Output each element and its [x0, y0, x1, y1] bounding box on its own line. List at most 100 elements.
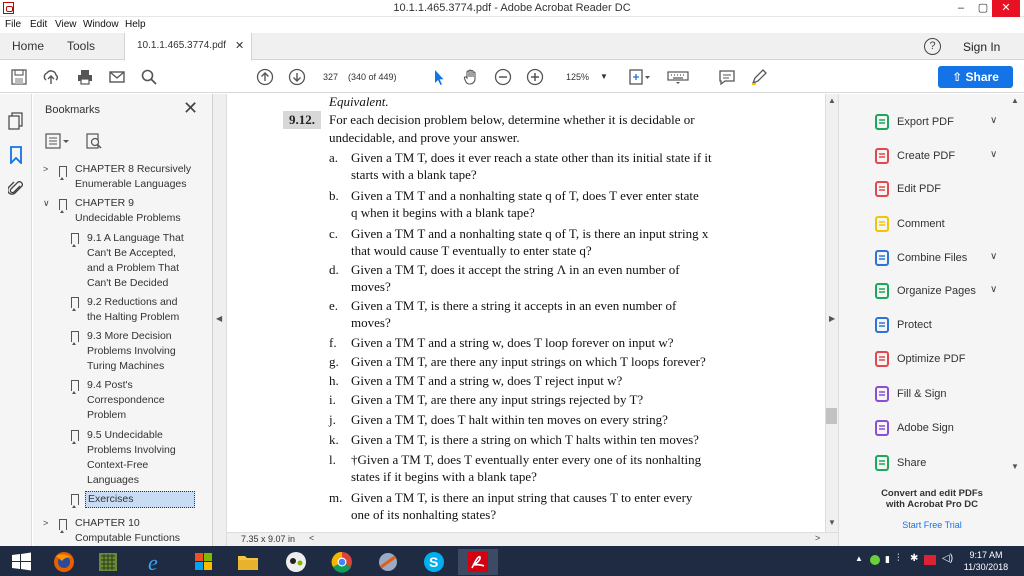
comment-icon[interactable]: [718, 68, 736, 86]
chevron-down-icon[interactable]: ∨: [990, 251, 997, 262]
scroll-down-icon[interactable]: ▼: [828, 518, 836, 527]
tool-adobe-sign[interactable]: Adobe Sign: [849, 419, 1019, 439]
expand-chevron-icon[interactable]: >: [43, 164, 48, 174]
firefox-icon[interactable]: [44, 549, 84, 575]
bookmark-9-3[interactable]: 9.3 More Decision Problems Involving Tur…: [87, 329, 176, 374]
export-pdf-icon: [873, 113, 891, 131]
menu-edit[interactable]: Edit: [30, 19, 47, 30]
bookmark-exercises[interactable]: Exercises: [85, 491, 195, 508]
bookmark-label: 9.3 More Decision: [87, 330, 172, 342]
search-icon[interactable]: [140, 68, 158, 86]
bookmark-search-icon[interactable]: [85, 132, 103, 153]
expand-panel-icon[interactable]: ▶: [829, 314, 835, 323]
next-page-icon[interactable]: [288, 68, 306, 86]
tab-close-icon[interactable]: ✕: [235, 33, 244, 59]
bluetooth-icon[interactable]: ✱: [910, 553, 918, 564]
tab-bar: Home Tools 10.1.1.465.3774.pdf ✕ ? Sign …: [0, 33, 1024, 61]
bookmark-9-2[interactable]: 9.2 Reductions and the Halting Problem: [87, 295, 179, 325]
collapse-chevron-icon[interactable]: ∨: [43, 198, 50, 209]
zoom-in-icon[interactable]: [526, 68, 544, 86]
start-free-trial-link[interactable]: Start Free Trial: [839, 520, 1024, 530]
menu-window[interactable]: Window: [83, 19, 119, 30]
tool-create-pdf[interactable]: Create PDF ∨: [849, 147, 1019, 167]
tool-protect[interactable]: Protect: [849, 316, 1019, 336]
acrobat-taskbar-icon[interactable]: [458, 549, 498, 575]
attachments-icon[interactable]: [7, 180, 24, 201]
internet-explorer-icon[interactable]: e: [136, 549, 176, 575]
select-tool-icon[interactable]: [430, 68, 448, 86]
save-icon[interactable]: [10, 68, 28, 86]
tool-combine-files[interactable]: Combine Files ∨: [849, 249, 1019, 269]
hand-tool-icon[interactable]: [462, 68, 480, 86]
tool-comment[interactable]: Comment: [849, 215, 1019, 235]
chevron-down-icon[interactable]: ∨: [990, 284, 997, 295]
tool-organize-pages[interactable]: Organize Pages ∨: [849, 282, 1019, 302]
show-hidden-icons[interactable]: ▲: [855, 554, 863, 563]
keyboard-icon[interactable]: [666, 68, 690, 86]
document-scroll-thumb[interactable]: [826, 408, 837, 424]
wifi-icon[interactable]: ⫶: [897, 553, 900, 564]
share-button[interactable]: ⇧ Share: [938, 66, 1013, 88]
previous-page-icon[interactable]: [256, 68, 274, 86]
tab-tools[interactable]: Tools: [56, 33, 106, 60]
clock[interactable]: 9:17 AM 11/30/2018: [960, 550, 1012, 572]
scroll-up-icon[interactable]: ▲: [1011, 96, 1019, 105]
bookmarks-icon[interactable]: [9, 146, 23, 167]
page-fit-icon[interactable]: [628, 68, 652, 86]
tool-fill-sign[interactable]: Fill & Sign: [849, 385, 1019, 405]
help-icon[interactable]: ?: [924, 38, 941, 55]
chrome-icon[interactable]: [322, 549, 362, 575]
collapse-panel-icon[interactable]: ◀: [216, 314, 222, 323]
expand-chevron-icon[interactable]: >: [43, 518, 48, 528]
scroll-right-icon[interactable]: >: [815, 533, 820, 543]
bookmark-chapter-10[interactable]: CHAPTER 10 Computable Functions: [75, 516, 180, 546]
sign-in-link[interactable]: Sign In: [963, 40, 1000, 54]
media-app-icon[interactable]: [276, 549, 316, 575]
scroll-up-icon[interactable]: ▲: [828, 96, 836, 105]
skype-icon[interactable]: S: [414, 549, 454, 575]
page-number-input[interactable]: 327: [323, 69, 347, 85]
menu-help[interactable]: Help: [125, 19, 146, 30]
scroll-down-icon[interactable]: ▼: [1011, 462, 1019, 471]
panel-splitter[interactable]: ◀: [213, 94, 227, 546]
bookmark-label: Languages: [87, 474, 139, 486]
print-icon[interactable]: [76, 68, 94, 86]
chevron-down-icon[interactable]: ∨: [990, 149, 997, 160]
close-button[interactable]: ✕: [992, 0, 1020, 17]
menu-file[interactable]: File: [5, 19, 21, 30]
zoom-select[interactable]: 125% ▼: [558, 69, 616, 85]
chevron-down-icon[interactable]: ∨: [990, 115, 997, 126]
zoom-out-icon[interactable]: [494, 68, 512, 86]
tab-document[interactable]: 10.1.1.465.3774.pdf ✕: [124, 33, 252, 61]
windows-start-icon[interactable]: [0, 549, 44, 575]
office-app-icon[interactable]: [184, 549, 224, 575]
tool-export-pdf[interactable]: Export PDF ∨: [849, 113, 1019, 133]
bookmark-chapter-8[interactable]: CHAPTER 8 Recursively Enumerable Languag…: [75, 162, 191, 192]
tool-optimize-pdf[interactable]: Optimize PDF: [849, 350, 1019, 370]
signal-icon[interactable]: ▮: [885, 554, 890, 565]
bookmark-9-5[interactable]: 9.5 Undecidable Problems Involving Conte…: [87, 428, 176, 488]
tool-edit-pdf[interactable]: Edit PDF: [849, 180, 1019, 200]
email-icon[interactable]: [108, 68, 126, 86]
document-scrollbar[interactable]: ▲ ▼ ▶: [825, 94, 838, 532]
app-board-icon[interactable]: [88, 549, 128, 575]
upload-cloud-icon[interactable]: [42, 68, 60, 86]
bookmark-chapter-9[interactable]: CHAPTER 9 Undecidable Problems: [75, 196, 181, 226]
page-thumbnails-icon[interactable]: [8, 112, 24, 133]
tab-home[interactable]: Home: [0, 33, 56, 60]
highlight-pen-icon[interactable]: [750, 68, 768, 86]
bookmark-9-4[interactable]: 9.4 Post's Correspondence Problem: [87, 378, 165, 423]
exercise-item-text: q when it begins with a blank tape?: [351, 205, 535, 220]
volume-icon[interactable]: ◁): [942, 553, 953, 564]
close-panel-icon[interactable]: ✕: [183, 98, 198, 119]
bookmark-9-1[interactable]: 9.1 A Language That Can't Be Accepted, a…: [87, 231, 184, 291]
menu-view[interactable]: View: [55, 19, 77, 30]
tool-share[interactable]: Share: [849, 454, 1019, 474]
file-explorer-icon[interactable]: [228, 549, 268, 575]
document-view[interactable]: Equivalent. 9.12. For each decision prob…: [227, 94, 825, 532]
network-app-icon[interactable]: [368, 549, 408, 575]
exercise-item-text: Given a TM T, is there an input string t…: [351, 490, 693, 505]
notification-flag-icon[interactable]: [924, 555, 936, 565]
scroll-left-icon[interactable]: <: [309, 533, 314, 543]
bookmark-options-icon[interactable]: [45, 132, 71, 153]
